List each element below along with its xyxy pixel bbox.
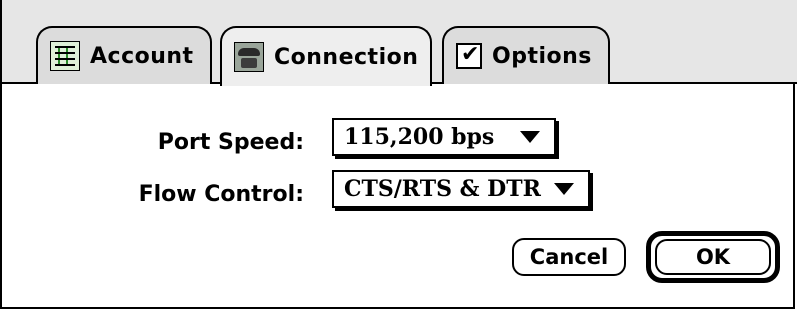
tab-connection-label: Connection bbox=[274, 44, 419, 70]
checkbox-icon bbox=[456, 42, 482, 69]
tab-account[interactable]: Account bbox=[36, 26, 212, 84]
port-speed-label: Port Speed: bbox=[157, 130, 304, 155]
port-speed-select[interactable]: 115,200 bps bbox=[332, 118, 556, 156]
tab-connection[interactable]: Connection bbox=[220, 26, 432, 86]
tab-options-label: Options bbox=[492, 43, 592, 69]
flow-control-select[interactable]: CTS/RTS & DTR bbox=[332, 170, 590, 208]
flow-control-label: Flow Control: bbox=[138, 182, 304, 207]
phone-icon bbox=[234, 42, 264, 72]
dialog-window: Account Connection Options Port Speed: 1… bbox=[0, 0, 797, 309]
port-speed-value: 115,200 bps bbox=[344, 124, 495, 150]
dropdown-arrow-icon bbox=[554, 183, 574, 195]
flow-control-value: CTS/RTS & DTR bbox=[344, 176, 541, 202]
dropdown-arrow-icon bbox=[520, 131, 540, 143]
tab-account-label: Account bbox=[90, 43, 194, 69]
cancel-button[interactable]: Cancel bbox=[512, 238, 626, 276]
account-icon bbox=[50, 41, 80, 71]
tab-options[interactable]: Options bbox=[442, 26, 610, 84]
ok-button[interactable]: OK bbox=[655, 239, 771, 275]
